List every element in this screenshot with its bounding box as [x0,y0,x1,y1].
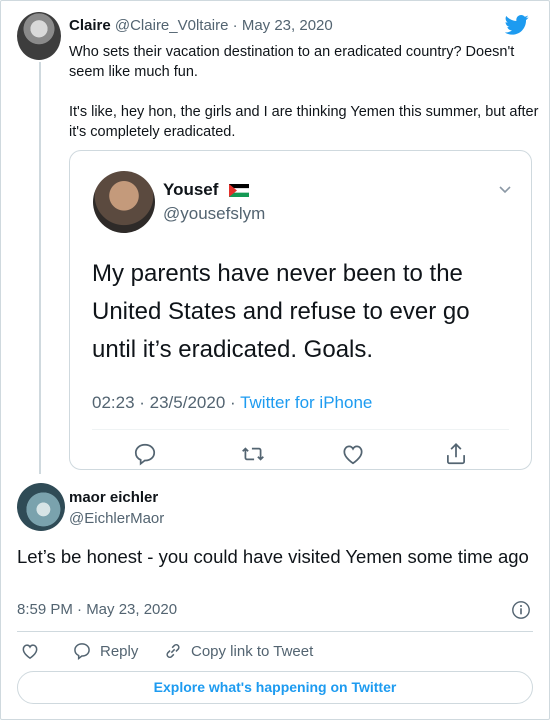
tweet-timestamp[interactable]: 8:59 PM · May 23, 2020 [17,601,177,618]
twitter-bird-icon[interactable] [505,15,529,35]
explore-twitter-button[interactable]: Explore what's happening on Twitter [17,671,533,704]
author-handle[interactable]: @Claire_V0ltaire [115,17,229,34]
tweet-paragraph: Who sets their vacation destination to a… [69,44,515,80]
author-name[interactable]: maor eichler [69,489,158,507]
quoted-tweet-text: My parents have never been to the United… [92,260,470,363]
copy-link-label: Copy link to Tweet [191,642,314,660]
tweet-source-link[interactable]: Twitter for iPhone [240,393,372,412]
like-icon[interactable] [20,641,40,661]
avatar[interactable] [17,12,61,60]
like-icon[interactable] [340,441,366,467]
author-handle[interactable]: @yousefslym [163,203,265,225]
author-handle[interactable]: @EichlerMaor [69,510,164,528]
reply-label: Reply [100,642,139,660]
quoted-tweet-actions [70,441,531,467]
retweet-icon[interactable] [240,441,266,467]
quoted-tweet-card[interactable]: Yousef @yousefslym My parents have never… [69,150,532,470]
link-icon [163,641,183,661]
divider [17,631,533,632]
reply-icon [72,641,92,661]
tweet-text: Who sets their vacation destination to a… [69,42,539,162]
copy-link-button[interactable]: Copy link to Tweet [163,641,313,661]
tweet-paragraph: It's like, hey hon, the girls and I are … [69,104,539,140]
tweet-header: Claire @Claire_V0ltaire · May 23, 2020 [69,17,333,34]
chevron-down-icon[interactable] [497,181,513,197]
tweet-date[interactable]: May 23, 2020 [242,17,333,34]
palestine-flag-icon [229,184,250,198]
avatar[interactable] [17,483,65,531]
info-icon[interactable] [511,600,531,620]
divider [92,429,509,430]
author-name[interactable]: Yousef [163,179,250,201]
tweet-text: Let’s be honest - you could have visited… [17,546,529,567]
thread-connector-line [39,62,41,474]
share-icon[interactable] [443,441,469,467]
author-name[interactable]: Claire [69,17,111,34]
tweet-timestamp[interactable]: 02:23 · 23/5/2020 · [92,393,240,412]
avatar[interactable] [93,171,155,233]
reply-icon[interactable] [132,441,158,467]
reply-button[interactable]: Reply [72,641,138,661]
quoted-tweet-meta: 02:23 · 23/5/2020 · Twitter for iPhone [92,393,372,413]
